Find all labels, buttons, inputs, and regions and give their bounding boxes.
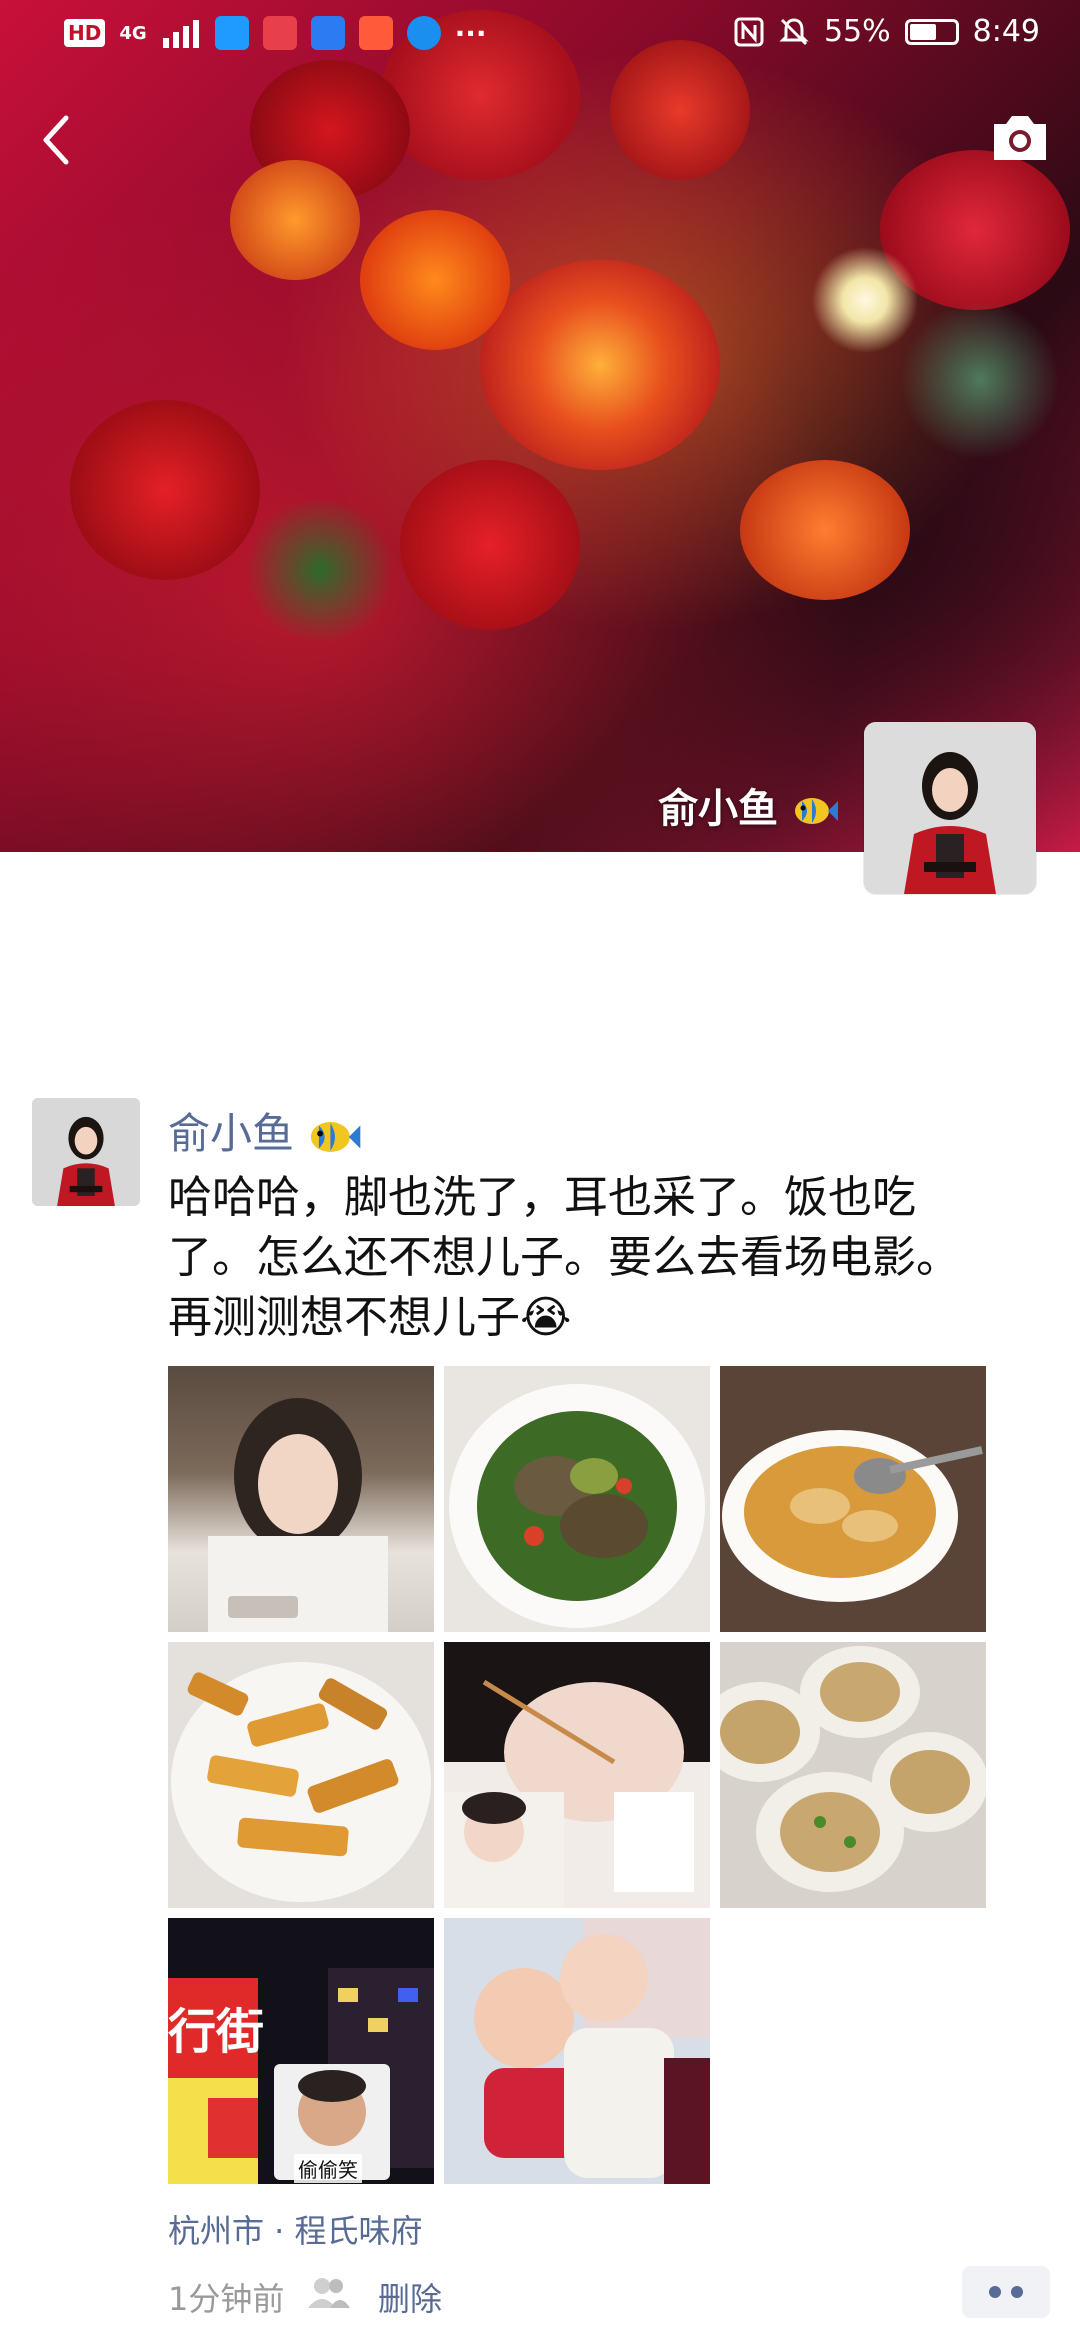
photo-snail-dish: [449, 1384, 705, 1628]
status-right-icons: 55% 8:49: [734, 14, 1040, 49]
photo-thumbnail[interactable]: [168, 1642, 434, 1908]
camera-icon[interactable]: [988, 112, 1052, 164]
more-dot-icon: [989, 2286, 1001, 2298]
photo-thumbnail[interactable]: [444, 1366, 710, 1632]
sticker-caption: 偷偷笑: [294, 2154, 362, 2183]
post-author-text[interactable]: 俞小鱼: [168, 1109, 294, 1158]
signal-icon: [162, 20, 199, 48]
photo-tofu-soup: [722, 1430, 983, 1602]
status-bar: HD 4G ··· 55% 8:49: [0, 0, 1080, 72]
cover-avatar[interactable]: [864, 722, 1036, 894]
fish-emoji-icon: [795, 798, 838, 824]
post-time: 1分钟前: [168, 2280, 285, 2318]
photo-thumbnail[interactable]: [720, 1642, 986, 1908]
cover-flower: [240, 500, 400, 640]
friends-visibility-icon[interactable]: [306, 2276, 350, 2310]
photo-ear-cleaning: [444, 1642, 710, 1908]
app-icon-shop: [358, 16, 393, 50]
status-left-icons: HD 4G ···: [64, 16, 487, 50]
cover-flower: [900, 300, 1060, 460]
cover-flower: [400, 460, 580, 630]
photo-scallops: [720, 1646, 986, 1892]
street-sign-text: 行街: [168, 2004, 265, 2060]
post-author-name[interactable]: 俞小鱼: [168, 1100, 363, 1161]
post-text-line: 哈哈哈，脚也洗了，耳也采了。饭也吃: [168, 1172, 916, 1223]
post-text: 哈哈哈，脚也洗了，耳也采了。饭也吃 了。怎么还不想儿子。要么去看场电影。 再测测…: [168, 1168, 1008, 1348]
delete-button[interactable]: 删除: [378, 2274, 442, 2320]
photo-thumbnail[interactable]: [720, 1366, 986, 1632]
post-avatar[interactable]: [32, 1098, 140, 1206]
post-text-line: 再测测想不想儿子😭: [168, 1288, 1008, 1348]
post-text-line3: 再测测想不想儿子: [168, 1292, 520, 1343]
nfc-icon: [734, 17, 764, 46]
cover-owner-name: 俞小鱼: [658, 776, 840, 834]
photo-thumbnail[interactable]: [168, 1366, 434, 1632]
photo-thumbnail[interactable]: 行街 偷偷笑: [168, 1918, 434, 2184]
more-notifications-icon: ···: [454, 16, 487, 50]
back-chevron-icon[interactable]: [34, 112, 78, 168]
photo-fried-eggplant: [171, 1662, 431, 1902]
app-icon-map: [310, 16, 345, 50]
clock-time: 8:49: [972, 14, 1040, 49]
crying-laughing-emoji: 😭: [520, 1292, 572, 1343]
cover-flower: [480, 260, 720, 470]
fish-emoji-icon: [311, 1121, 361, 1152]
app-icon-book: [262, 16, 297, 50]
photo-babies: [444, 1918, 710, 2184]
avatar-portrait: [864, 722, 1036, 894]
mute-bell-icon: [779, 17, 809, 45]
app-icon-video: [214, 16, 249, 50]
cover-flower: [360, 210, 510, 350]
battery-percent: 55%: [823, 14, 891, 49]
post-text-line: 了。怎么还不想儿子。要么去看场电影。: [168, 1232, 960, 1283]
battery-icon: [904, 18, 959, 45]
network-label: 4G: [119, 22, 147, 44]
hd-icon: HD: [64, 19, 106, 47]
app-icon-browser: [406, 16, 441, 50]
cover-flower: [70, 400, 260, 580]
cover-owner-name-text: 俞小鱼: [658, 786, 779, 832]
more-dot-icon: [1011, 2286, 1023, 2298]
avatar-portrait: [32, 1098, 140, 1206]
photo-thumbnail[interactable]: [444, 1642, 710, 1908]
more-actions-button[interactable]: [962, 2266, 1050, 2318]
photo-thumbnail[interactable]: [444, 1918, 710, 2184]
cover-flower: [230, 160, 360, 280]
photo-girl: [208, 1398, 388, 1632]
cover-flower: [740, 460, 910, 600]
post-location[interactable]: 杭州市 · 程氏味府: [168, 2206, 423, 2252]
